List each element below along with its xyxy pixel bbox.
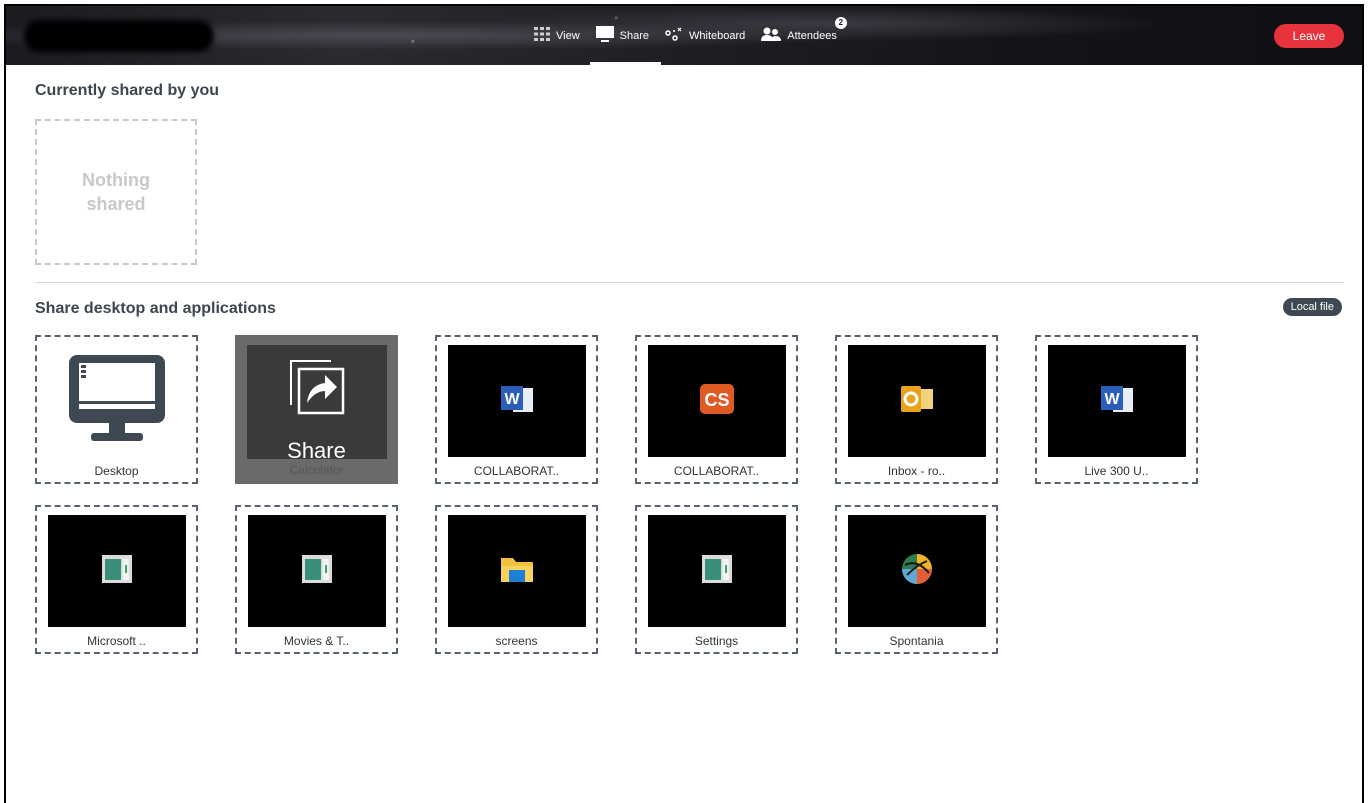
share-action-label: Share [287,438,346,463]
top-bar: View Share Whiteboard Attendees 2 Leave [6,6,1362,65]
share-tile-collaborat-cs[interactable]: CS COLLABORAT.. [635,335,798,484]
share-arrow-icon [287,357,347,422]
tile-thumbnail [648,515,786,627]
tile-label: Calculator [289,463,344,477]
svg-text:W: W [1104,391,1120,408]
tile-thumbnail [448,515,586,627]
nothing-shared-placeholder: Nothing shared [35,119,197,265]
people-icon [761,27,782,44]
spontania-icon [901,553,933,590]
tile-label: screens [495,634,538,648]
share-tile-microsoft[interactable]: Microsoft .. [35,505,198,654]
share-hover-overlay: Share [235,335,398,484]
share-tile-spontania[interactable]: Spontania [835,505,998,654]
share-apps-title: Share desktop and applications [35,300,276,317]
whiteboard-icon [665,27,683,44]
redacted-title [24,20,214,52]
tile-thumbnail [848,515,986,627]
tile-thumbnail: W [1048,345,1186,457]
leave-button[interactable]: Leave [1274,24,1344,48]
currently-shared-title: Currently shared by you [35,82,220,99]
nav-whiteboard[interactable]: Whiteboard [657,6,753,65]
generic-window-icon [702,554,732,588]
grid-icon [534,27,550,44]
tile-label: Inbox - ro.. [887,464,946,478]
share-tile-screens[interactable]: screens [435,505,598,654]
tile-thumbnail [848,345,986,457]
tile-label: Settings [694,634,739,648]
generic-window-icon [302,554,332,588]
outlook-icon [899,384,935,419]
desktop-monitor-icon [67,353,167,450]
share-tile-live300[interactable]: W Live 300 U.. [1035,335,1198,484]
tile-thumbnail [48,345,186,457]
share-tile-inbox[interactable]: Inbox - ro.. [835,335,998,484]
tile-label: COLLABORAT.. [473,464,560,478]
local-file-button[interactable]: Local file [1282,298,1342,316]
nav-view-label: View [556,29,580,42]
tile-thumbnail [248,515,386,627]
share-tile-desktop[interactable]: Desktop [35,335,198,484]
tile-label: Movies & T.. [283,634,350,648]
tile-thumbnail: CS [648,345,786,457]
cs-app-icon: CS [700,383,734,419]
main-nav: View Share Whiteboard Attendees 2 [526,6,847,65]
nav-view[interactable]: View [526,6,588,65]
nav-attendees[interactable]: Attendees 2 [753,6,847,65]
folder-icon [499,554,535,589]
attendees-count-badge: 2 [834,17,847,29]
tile-label: COLLABORAT.. [673,464,760,478]
share-tile-collaborat-word[interactable]: W COLLABORAT.. [435,335,598,484]
section-divider [35,282,1344,283]
tile-label: Spontania [889,634,944,648]
empty-line-1: Nothing [82,170,150,190]
word-icon: W [1099,384,1135,419]
nav-attendees-label: Attendees [787,29,837,42]
nav-share-label: Share [619,29,650,42]
tile-thumbnail [48,515,186,627]
tile-label: Microsoft .. [87,634,146,648]
share-tile-calculator[interactable]: Share Calculator [235,335,398,484]
nav-share[interactable]: Share [588,6,662,65]
word-icon: W [499,384,535,419]
share-tile-settings[interactable]: Settings [635,505,798,654]
empty-line-2: shared [86,194,146,214]
monitor-icon [595,26,614,45]
tile-thumbnail: W [448,345,586,457]
svg-text:CS: CS [704,390,729,410]
generic-window-icon [102,554,132,588]
share-tile-movies[interactable]: Movies & T.. [235,505,398,654]
tile-label: Live 300 U.. [1084,464,1149,478]
nav-whiteboard-label: Whiteboard [689,29,746,42]
tile-label: Desktop [94,464,139,478]
svg-text:W: W [504,391,520,408]
app-window: View Share Whiteboard Attendees 2 Leave … [4,4,1364,803]
